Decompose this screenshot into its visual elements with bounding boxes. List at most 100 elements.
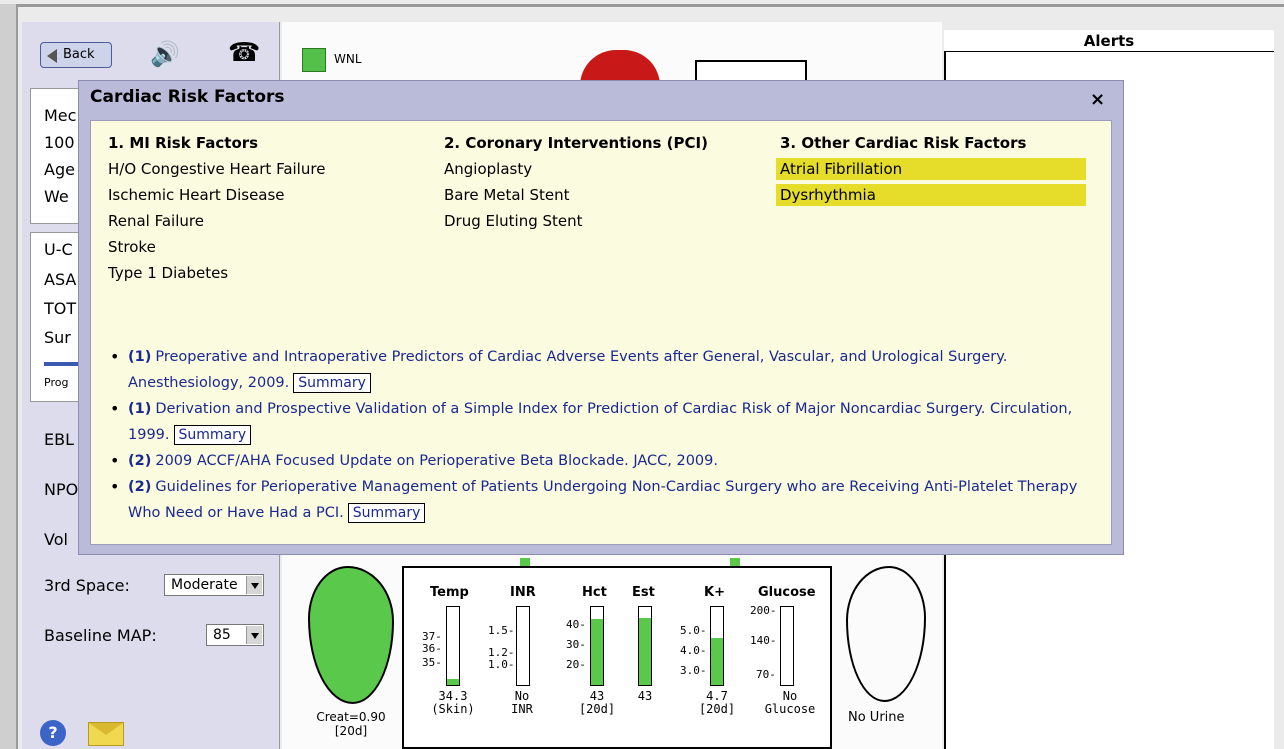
risk-factor-item[interactable]: Type 1 Diabetes xyxy=(108,264,228,282)
info-line: We xyxy=(44,187,69,206)
reference-link[interactable]: Guidelines for Perioperative Management … xyxy=(128,479,1077,521)
evidence-level: (1) xyxy=(128,349,152,365)
progress-label: Prog xyxy=(44,376,69,389)
pci-item[interactable]: Bare Metal Stent xyxy=(444,186,570,204)
hct-gauge-fill xyxy=(591,618,603,685)
evidence-level: (1) xyxy=(128,401,152,417)
inr-tick: 1.0- xyxy=(488,658,515,671)
temp-site: (Skin) xyxy=(431,702,475,716)
k-tick: 5.0- xyxy=(680,624,707,637)
window-left-edge xyxy=(0,4,18,749)
phone-icon[interactable]: ☎ xyxy=(228,38,260,68)
mi-risk-factors-heading: 1. MI Risk Factors xyxy=(108,134,259,152)
k-gauge-fill xyxy=(711,638,723,685)
k-age: [20d] xyxy=(698,702,736,716)
help-icon[interactable]: ? xyxy=(40,720,66,746)
creatinine-label: Creat=0.90 [20d] xyxy=(298,710,404,738)
references-list: (1)Preoperative and Intraoperative Predi… xyxy=(108,344,1108,526)
inr-value: No INR xyxy=(500,690,544,716)
reference-item: (1)Preoperative and Intraoperative Predi… xyxy=(108,344,1108,396)
dialog-title: Cardiac Risk Factors xyxy=(90,87,285,107)
reference-link[interactable]: Derivation and Prospective Validation of… xyxy=(128,401,1072,443)
baseline-map-value: 85 xyxy=(213,627,231,643)
other-risk-item-selected[interactable]: Atrial Fibrillation xyxy=(776,158,1086,180)
temp-tick: 36- xyxy=(422,642,442,655)
mail-icon[interactable] xyxy=(88,722,124,746)
inr-unit: INR xyxy=(511,702,533,716)
temp-gauge-fill xyxy=(447,678,459,685)
reference-link[interactable]: Preoperative and Intraoperative Predicto… xyxy=(128,349,1007,391)
baseline-map-select[interactable]: 85 xyxy=(206,624,264,646)
risk-factor-item[interactable]: Ischemic Heart Disease xyxy=(108,186,285,204)
other-risk-factors-heading: 3. Other Cardiac Risk Factors xyxy=(780,134,1027,152)
lab-header-glucose: Glucose xyxy=(758,585,816,600)
close-icon[interactable]: × xyxy=(1090,89,1105,110)
third-space-value: Moderate xyxy=(171,577,238,593)
summary-button[interactable]: Summary xyxy=(347,503,426,523)
inr-tick: 1.5- xyxy=(488,624,515,637)
glucose-unit: Glucose xyxy=(764,702,816,716)
temp-value: 34.3 (Skin) xyxy=(428,690,478,716)
chevron-down-icon xyxy=(246,626,262,644)
risk-factor-item[interactable]: Renal Failure xyxy=(108,212,204,230)
temp-gauge xyxy=(446,606,460,686)
info-line: Age xyxy=(44,160,75,179)
risk-factor-item[interactable]: H/O Congestive Heart Failure xyxy=(108,160,325,178)
est-reading: 43 xyxy=(637,689,653,703)
baseline-map-label: Baseline MAP: xyxy=(44,626,157,645)
glucose-tick: 200- xyxy=(750,604,777,617)
summary-button[interactable]: Summary xyxy=(173,425,252,445)
lab-header-est: Est xyxy=(632,585,655,600)
lab-header-hct: Hct xyxy=(582,585,607,600)
lab-header-temp: Temp xyxy=(430,585,469,600)
window-top-border xyxy=(0,4,1284,7)
hct-tick: 30- xyxy=(566,638,586,651)
chevron-down-icon xyxy=(246,576,262,594)
other-risk-item-selected[interactable]: Dysrhythmia xyxy=(776,184,1086,206)
speaker-icon[interactable]: 🔊 xyxy=(150,40,180,68)
lab-header-k: K+ xyxy=(704,585,725,600)
volume-label: Vol xyxy=(44,530,68,549)
pci-heading: 2. Coronary Interventions (PCI) xyxy=(444,134,708,152)
glucose-tick: 70- xyxy=(756,668,776,681)
glucose-value: No Glucose xyxy=(758,690,822,716)
evidence-level: (2) xyxy=(128,453,152,469)
back-button-label: Back xyxy=(63,47,95,62)
hct-tick: 40- xyxy=(566,618,586,631)
risk-factor-item[interactable]: Stroke xyxy=(108,238,156,256)
est-gauge xyxy=(638,606,652,686)
k-tick: 4.0- xyxy=(680,644,707,657)
npo-label: NPO xyxy=(44,480,79,499)
hct-gauge xyxy=(590,606,604,686)
case-line: TOT xyxy=(44,299,77,318)
hct-age: [20d] xyxy=(578,702,616,716)
back-button[interactable]: Back xyxy=(40,42,112,68)
reference-link[interactable]: 2009 ACCF/AHA Focused Update on Perioper… xyxy=(155,453,718,469)
case-line: U-C xyxy=(44,240,73,259)
hct-tick: 20- xyxy=(566,658,586,671)
hct-value: 43 [20d] xyxy=(574,690,620,716)
summary-button[interactable]: Summary xyxy=(293,373,371,393)
pci-item[interactable]: Drug Eluting Stent xyxy=(444,212,583,230)
k-value: 4.7 [20d] xyxy=(694,690,740,716)
reference-item: (2)2009 ACCF/AHA Focused Update on Perio… xyxy=(108,448,1108,474)
info-line: Mec xyxy=(44,106,77,125)
reference-item: (1)Derivation and Prospective Validation… xyxy=(108,396,1108,448)
third-space-select[interactable]: Moderate xyxy=(164,574,264,596)
k-gauge xyxy=(710,606,724,686)
glucose-tick: 140- xyxy=(750,634,777,647)
glucose-gauge xyxy=(780,606,794,686)
alerts-title: Alerts xyxy=(944,30,1274,52)
info-line: 100 xyxy=(44,133,75,152)
ebl-label: EBL xyxy=(44,430,74,449)
lab-header-inr: INR xyxy=(510,585,536,600)
k-tick: 3.0- xyxy=(680,664,707,677)
case-line: ASA xyxy=(44,270,77,289)
reference-item: (2)Guidelines for Perioperative Manageme… xyxy=(108,474,1108,526)
inr-gauge xyxy=(516,606,530,686)
temp-tick: 35- xyxy=(422,656,442,669)
third-space-label: 3rd Space: xyxy=(44,576,130,595)
pci-item[interactable]: Angioplasty xyxy=(444,160,532,178)
creatinine-age: [20d] xyxy=(334,724,368,738)
wnl-legend-swatch xyxy=(302,48,326,72)
